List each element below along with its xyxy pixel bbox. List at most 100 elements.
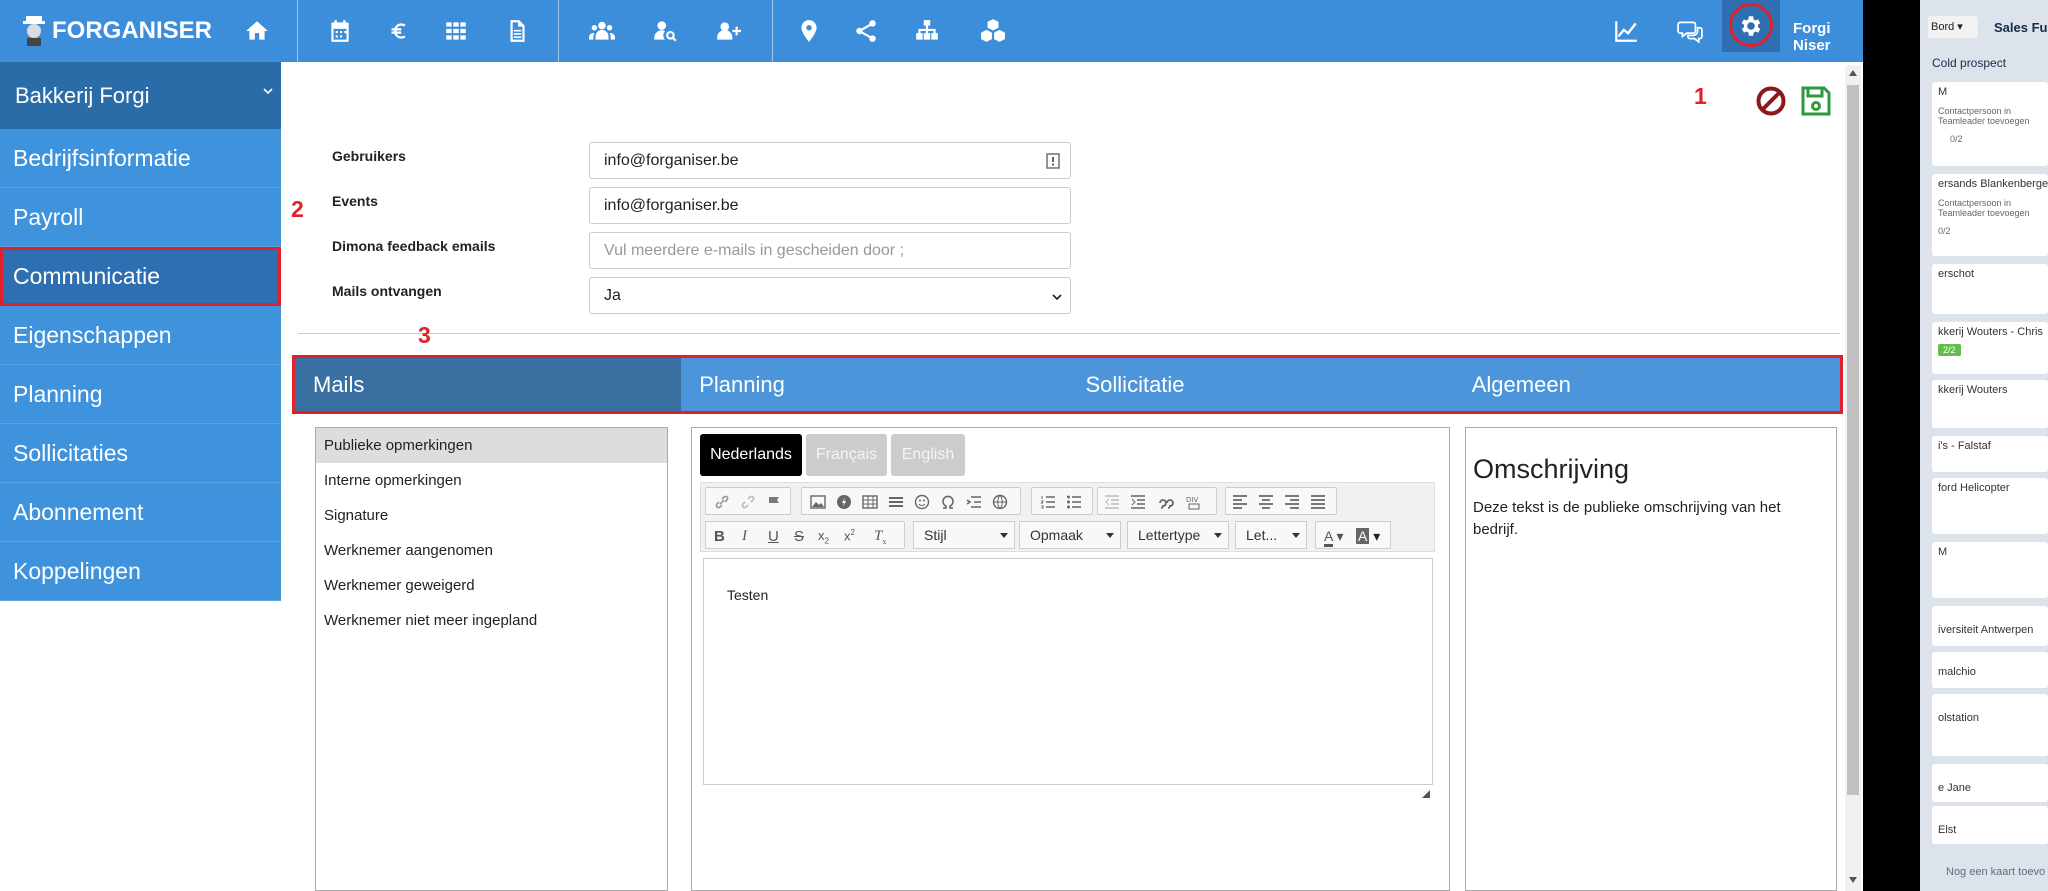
board-card[interactable]: erschot [1932, 264, 2048, 314]
tab-algemeen[interactable]: Algemeen [1454, 358, 1840, 411]
align-left-icon[interactable] [1232, 494, 1248, 510]
location-pin-icon[interactable] [792, 14, 826, 48]
calendar-icon[interactable] [323, 14, 357, 48]
user-name[interactable]: Forgi Niser [1793, 20, 1863, 54]
list-item[interactable]: Werknemer aangenomen [316, 533, 667, 568]
outdent-icon[interactable] [1104, 494, 1120, 510]
list-item[interactable]: Interne opmerkingen [316, 463, 667, 498]
list-item[interactable]: Werknemer geweigerd [316, 568, 667, 603]
list-item[interactable]: Signature [316, 498, 667, 533]
cubes-icon[interactable] [976, 14, 1010, 48]
scroll-down-icon[interactable] [1849, 877, 1857, 883]
sidebar-item-label: Communicatie [13, 262, 160, 289]
board-card[interactable]: olstation [1932, 694, 2048, 756]
align-center-icon[interactable] [1258, 494, 1274, 510]
sidebar-item-planning[interactable]: Planning [0, 365, 281, 424]
superscript-icon[interactable]: x2 [844, 528, 860, 544]
format-dropdown[interactable]: Opmaak [1019, 521, 1121, 549]
list-item[interactable]: Publieke opmerkingen [316, 428, 667, 463]
style-dropdown[interactable]: Stijl [913, 521, 1015, 549]
view-selector[interactable]: Bord ▾ [1928, 16, 1978, 38]
special-character-icon[interactable] [940, 494, 956, 510]
strikethrough-icon[interactable]: S [794, 528, 810, 545]
table-icon[interactable] [862, 494, 878, 510]
board-card[interactable]: M Contactpersoon in Teamleader toevoegen 0… [1932, 82, 2048, 166]
language-tab-francais[interactable]: Français [806, 434, 887, 476]
save-icon[interactable] [1800, 85, 1832, 117]
cancel-icon[interactable] [1755, 85, 1787, 117]
tab-sollicitatie[interactable]: Sollicitatie [1068, 358, 1454, 411]
page-break-icon[interactable] [966, 494, 982, 510]
flash-icon[interactable] [836, 494, 852, 510]
forganiser-logo[interactable]: FORGANISER [20, 12, 212, 50]
home-icon[interactable] [240, 14, 274, 48]
company-selector[interactable]: Bakkerij Forgi [0, 62, 281, 129]
board-card[interactable]: iversiteit Antwerpen [1932, 606, 2048, 646]
anchor-flag-icon[interactable] [766, 494, 782, 510]
text-color-icon[interactable]: A ▾ [1324, 528, 1350, 547]
board-card[interactable]: i's - Falstaf [1932, 436, 2048, 472]
smiley-icon[interactable] [914, 494, 930, 510]
scrollbar-thumb[interactable] [1847, 85, 1859, 795]
horizontal-line-icon[interactable] [888, 494, 904, 510]
board-card[interactable]: M [1932, 542, 2048, 598]
board-card[interactable]: malchio [1932, 652, 2048, 688]
add-card-link[interactable]: Nog een kaart toevo [1946, 866, 2045, 878]
org-chart-icon[interactable] [910, 14, 944, 48]
image-icon[interactable] [810, 494, 826, 510]
tab-planning[interactable]: Planning [681, 358, 1067, 411]
grid-icon[interactable] [439, 14, 473, 48]
link-icon[interactable] [714, 494, 730, 510]
user-add-icon[interactable] [711, 14, 745, 48]
dimona-emails-field[interactable]: Vul meerdere e-mails in gescheiden door … [589, 232, 1071, 269]
align-justify-icon[interactable] [1310, 494, 1326, 510]
remove-format-icon[interactable]: Tx [874, 528, 890, 546]
resize-handle-icon[interactable] [1422, 790, 1430, 798]
editor-content-area[interactable]: Testen [703, 558, 1433, 798]
subscript-icon[interactable]: x2 [818, 528, 834, 546]
sidebar-item-abonnement[interactable]: Abonnement [0, 483, 281, 542]
tab-mails[interactable]: Mails [295, 358, 682, 411]
font-size-dropdown[interactable]: Let... [1235, 521, 1307, 549]
chat-icon[interactable] [1673, 14, 1707, 48]
font-dropdown[interactable]: Lettertype [1127, 521, 1229, 549]
sidebar-item-koppelingen[interactable]: Koppelingen [0, 542, 281, 601]
document-icon[interactable] [500, 14, 534, 48]
gebruikers-email-field[interactable]: info@forganiser.be [589, 142, 1071, 179]
board-card[interactable]: kkerij Wouters - Chris 2/2 [1932, 322, 2048, 374]
euro-icon[interactable] [381, 14, 415, 48]
user-search-icon[interactable] [648, 14, 682, 48]
bold-icon[interactable]: B [714, 528, 730, 545]
sidebar-item-bedrijfsinformatie[interactable]: Bedrijfsinformatie [0, 129, 281, 188]
background-color-icon[interactable]: A ▾ [1356, 528, 1382, 544]
sidebar-item-eigenschappen[interactable]: Eigenschappen [0, 306, 281, 365]
board-card[interactable]: Elst [1932, 806, 2048, 844]
share-icon[interactable] [849, 14, 883, 48]
numbered-list-icon[interactable] [1040, 494, 1056, 510]
align-right-icon[interactable] [1284, 494, 1300, 510]
scroll-up-icon[interactable] [1849, 70, 1857, 76]
sidebar-item-payroll[interactable]: Payroll [0, 188, 281, 247]
sidebar-item-communicatie[interactable]: Communicatie [0, 247, 281, 306]
indent-icon[interactable] [1130, 494, 1146, 510]
board-title: Sales Fu [1994, 20, 2048, 35]
bullet-list-icon[interactable] [1066, 494, 1082, 510]
list-item[interactable]: Werknemer niet meer ingepland [316, 603, 667, 638]
unlink-icon[interactable] [740, 494, 756, 510]
globe-icon[interactable] [992, 494, 1008, 510]
board-card[interactable]: ersands Blankenberge Contactpersoon in Te… [1932, 174, 2048, 256]
italic-icon[interactable]: I [742, 528, 758, 544]
blockquote-icon[interactable] [1158, 494, 1174, 510]
language-tab-english[interactable]: English [891, 434, 965, 476]
board-card[interactable]: ford Helicopter [1932, 478, 2048, 534]
board-card[interactable]: kkerij Wouters [1932, 380, 2048, 428]
div-container-icon[interactable]: DIV [1186, 494, 1202, 510]
board-card[interactable]: e Jane [1932, 764, 2048, 802]
mails-ontvangen-select[interactable]: Ja [589, 277, 1071, 314]
sidebar-item-sollicitaties[interactable]: Sollicitaties [0, 424, 281, 483]
language-tab-nederlands[interactable]: Nederlands [700, 434, 802, 476]
line-chart-icon[interactable] [1609, 14, 1643, 48]
underline-icon[interactable]: U [768, 528, 784, 545]
users-icon[interactable] [585, 14, 619, 48]
events-email-field[interactable]: info@forganiser.be [589, 187, 1071, 224]
